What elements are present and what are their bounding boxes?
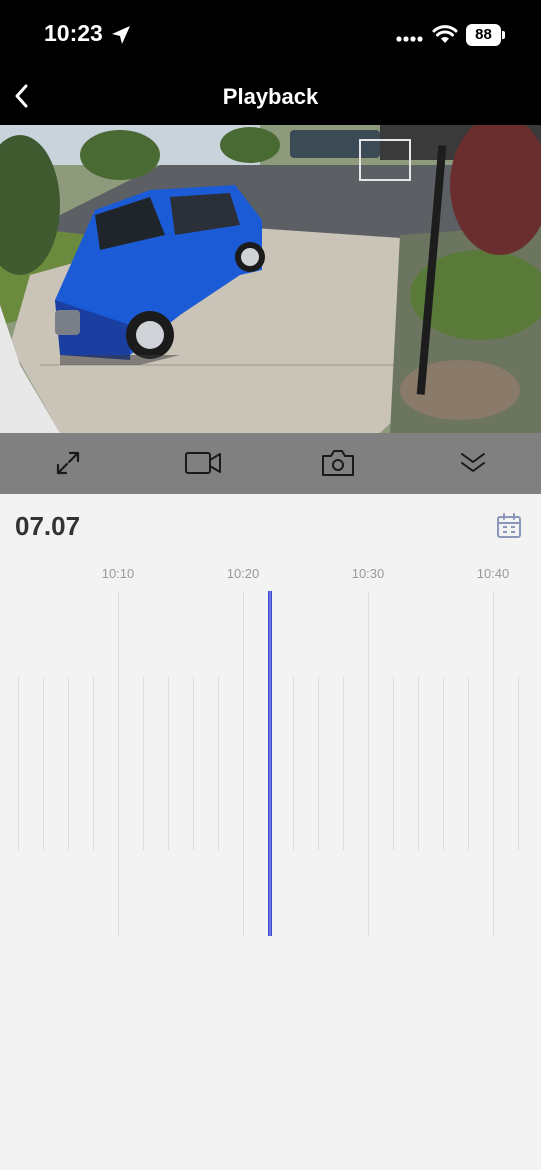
minor-gridline [193,677,194,850]
minor-gridline [218,677,219,850]
status-time: 10:23 [44,20,103,46]
battery-level: 88 [466,24,501,46]
video-camera-icon [185,452,221,474]
battery-tip [502,31,505,39]
playback-date: 07.07 [15,511,81,541]
minor-gridline [393,677,394,850]
minor-gridline [318,677,319,850]
battery-indicator: 88 [466,24,506,46]
player-toolbar [0,433,541,494]
camera-scene-image [0,125,541,433]
major-gridline [493,592,494,936]
minor-gridline [168,677,169,850]
tick-label: 10:20 [226,566,260,581]
major-gridline [368,592,369,936]
wifi-icon [432,25,458,43]
minor-gridline [143,677,144,850]
minor-gridline [18,677,19,850]
tick-label: 10:10 [101,566,135,581]
calendar-icon[interactable] [495,512,523,540]
nav-bar: Playback [0,72,541,125]
minor-gridline [343,677,344,850]
cellular-signal-icon [396,36,423,42]
playhead[interactable] [268,591,272,936]
collapse-button[interactable] [453,445,493,481]
tick-label: 10:30 [351,566,385,581]
major-gridline [243,592,244,936]
minor-gridline [468,677,469,850]
minor-gridline [518,677,519,850]
timeline[interactable]: 10:10 10:20 10:30 10:40 [0,560,541,940]
minor-gridline [418,677,419,850]
tick-label: 10:40 [476,566,510,581]
camera-video-frame[interactable] [0,125,541,433]
snapshot-button[interactable] [318,445,358,481]
minor-gridline [43,677,44,850]
page-title: Playback [222,84,319,109]
location-arrow-icon [112,26,130,44]
record-button[interactable] [183,445,223,481]
status-bar: 10:23 88 [0,0,541,72]
minor-gridline [293,677,294,850]
minor-gridline [93,677,94,850]
double-chevron-down-icon [461,453,485,472]
expand-icon [56,451,80,475]
minor-gridline [68,677,69,850]
fullscreen-button[interactable] [48,445,88,481]
camera-icon [322,450,354,476]
minor-gridline [443,677,444,850]
major-gridline [118,592,119,936]
